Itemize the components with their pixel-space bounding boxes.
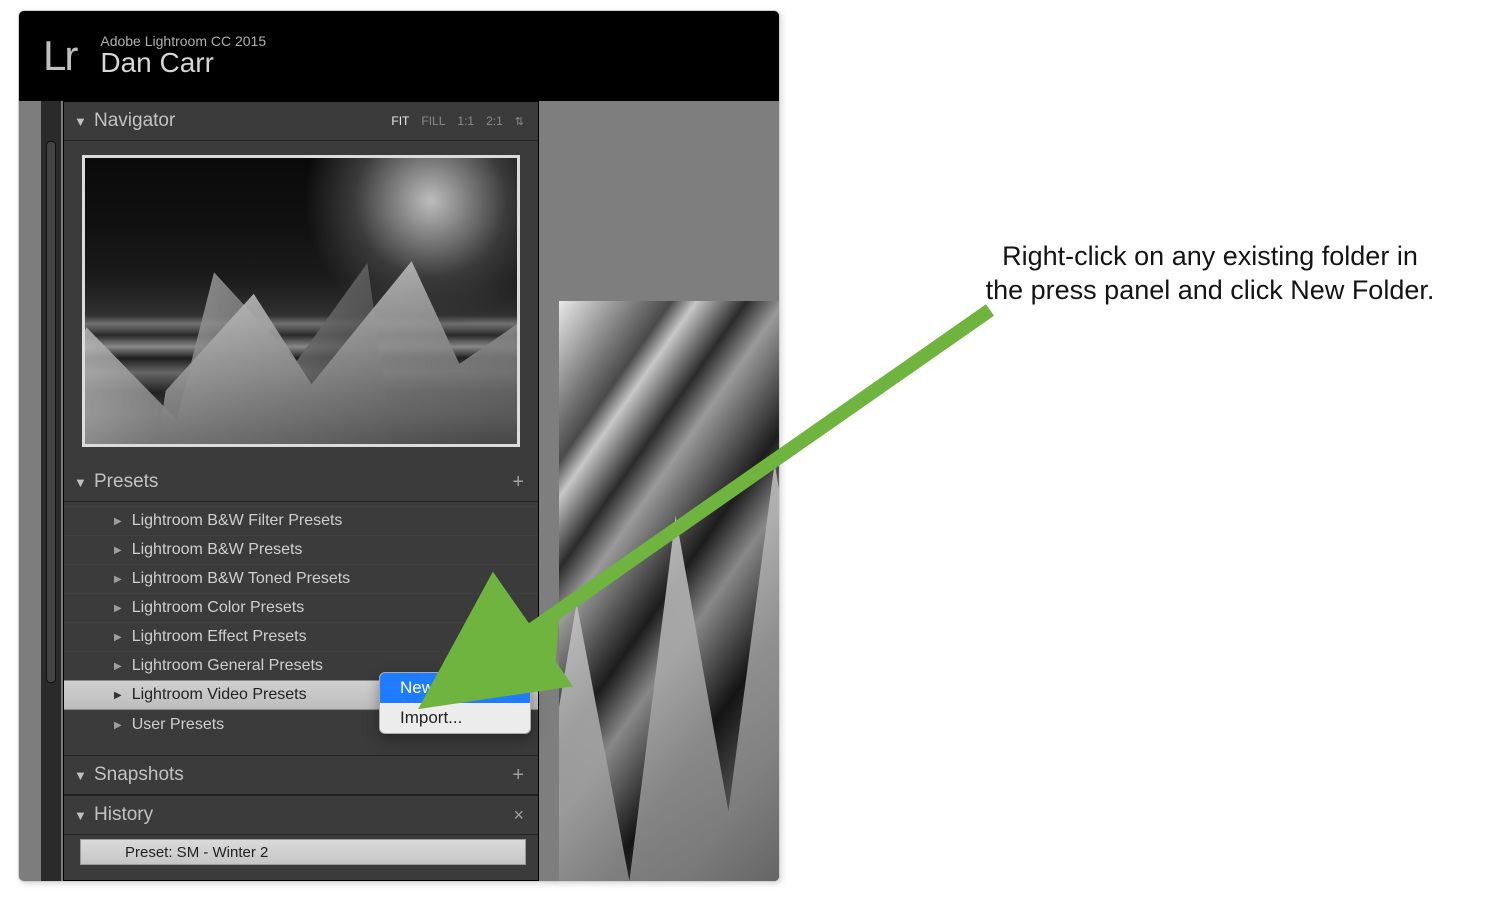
preset-folder-label: Lightroom Effect Presets [132, 628, 307, 646]
zoom-2-1[interactable]: 2:1 [486, 114, 503, 128]
preset-folder[interactable]: ▶ Lightroom Color Presets [64, 593, 538, 622]
preset-folder-label: User Presets [132, 716, 224, 734]
chevron-down-icon: ▼ [74, 114, 86, 129]
presets-header[interactable]: ▼ Presets + [64, 463, 538, 502]
preset-folder-label: Lightroom General Presets [132, 657, 323, 675]
chevron-right-icon: ▶ [114, 690, 122, 701]
context-menu-item-label: Import... [400, 708, 462, 728]
chevron-right-icon: ▶ [114, 661, 122, 672]
chevron-down-icon: ▼ [74, 475, 86, 490]
app-title-block: Adobe Lightroom CC 2015 Dan Carr [100, 33, 266, 79]
chevron-right-icon: ▶ [114, 632, 122, 643]
history-label: History [94, 804, 153, 826]
context-menu: New Folder Import... [379, 672, 531, 734]
chevron-right-icon: ▶ [114, 574, 122, 585]
preset-folder[interactable]: ▶ Lightroom Effect Presets [64, 622, 538, 651]
presets-label: Presets [94, 471, 158, 493]
navigator-zoom-controls[interactable]: FIT FILL 1:1 2:1 ⇅ [391, 114, 524, 128]
chevron-right-icon: ▶ [114, 720, 122, 731]
app-logo: Lr [43, 32, 76, 80]
preset-folder[interactable]: ▶ Lightroom B&W Filter Presets [64, 506, 538, 535]
chevron-right-icon: ▶ [114, 516, 122, 527]
preset-folder[interactable]: ▶ Lightroom B&W Presets [64, 535, 538, 564]
context-menu-new-folder[interactable]: New Folder [380, 673, 530, 703]
snapshots-label: Snapshots [94, 764, 184, 786]
chevron-right-icon: ▶ [114, 545, 122, 556]
navigator-header[interactable]: ▼ Navigator FIT FILL 1:1 2:1 ⇅ [64, 102, 538, 141]
navigator-label: Navigator [94, 110, 175, 132]
zoom-stepper-icon[interactable]: ⇅ [515, 115, 524, 128]
preset-folder-label: Lightroom B&W Toned Presets [132, 570, 350, 588]
add-snapshot-button[interactable]: + [512, 764, 524, 787]
context-menu-import[interactable]: Import... [380, 703, 530, 733]
annotation-text: Right-click on any existing folder in th… [980, 240, 1440, 308]
main-photo[interactable] [559, 301, 779, 881]
add-preset-button[interactable]: + [512, 471, 524, 494]
chevron-down-icon: ▼ [74, 768, 86, 783]
zoom-fill[interactable]: FILL [421, 114, 445, 128]
chevron-down-icon: ▼ [74, 808, 86, 823]
preset-folder[interactable]: ▶ Lightroom B&W Toned Presets [64, 564, 538, 593]
app-header: Lr Adobe Lightroom CC 2015 Dan Carr [19, 11, 779, 101]
app-title-big: Dan Carr [100, 47, 266, 79]
left-panel: ▼ Navigator FIT FILL 1:1 2:1 ⇅ ▼ Presets… [63, 101, 539, 881]
chevron-right-icon: ▶ [114, 603, 122, 614]
clear-history-button[interactable]: × [513, 805, 524, 826]
left-rail-scrollbar[interactable] [46, 141, 56, 683]
preset-folder-label: Lightroom Video Presets [132, 686, 307, 704]
snapshots-header[interactable]: ▼ Snapshots + [64, 755, 538, 795]
left-rail [41, 101, 61, 881]
zoom-1-1[interactable]: 1:1 [457, 114, 474, 128]
preset-folder-label: Lightroom B&W Filter Presets [132, 512, 343, 530]
zoom-fit[interactable]: FIT [391, 114, 409, 128]
preset-folder-label: Lightroom B&W Presets [132, 541, 303, 559]
history-item-label: Preset: SM - Winter 2 [125, 844, 268, 861]
screenshot-frame: Lr Adobe Lightroom CC 2015 Dan Carr ▼ Na… [18, 10, 780, 882]
canvas-area[interactable] [539, 101, 779, 881]
preset-folder-label: Lightroom Color Presets [132, 599, 305, 617]
context-menu-item-label: New Folder [400, 678, 487, 698]
history-header[interactable]: ▼ History × [64, 795, 538, 835]
history-item[interactable]: Preset: SM - Winter 2 [80, 839, 526, 865]
navigator-preview[interactable] [82, 155, 520, 447]
